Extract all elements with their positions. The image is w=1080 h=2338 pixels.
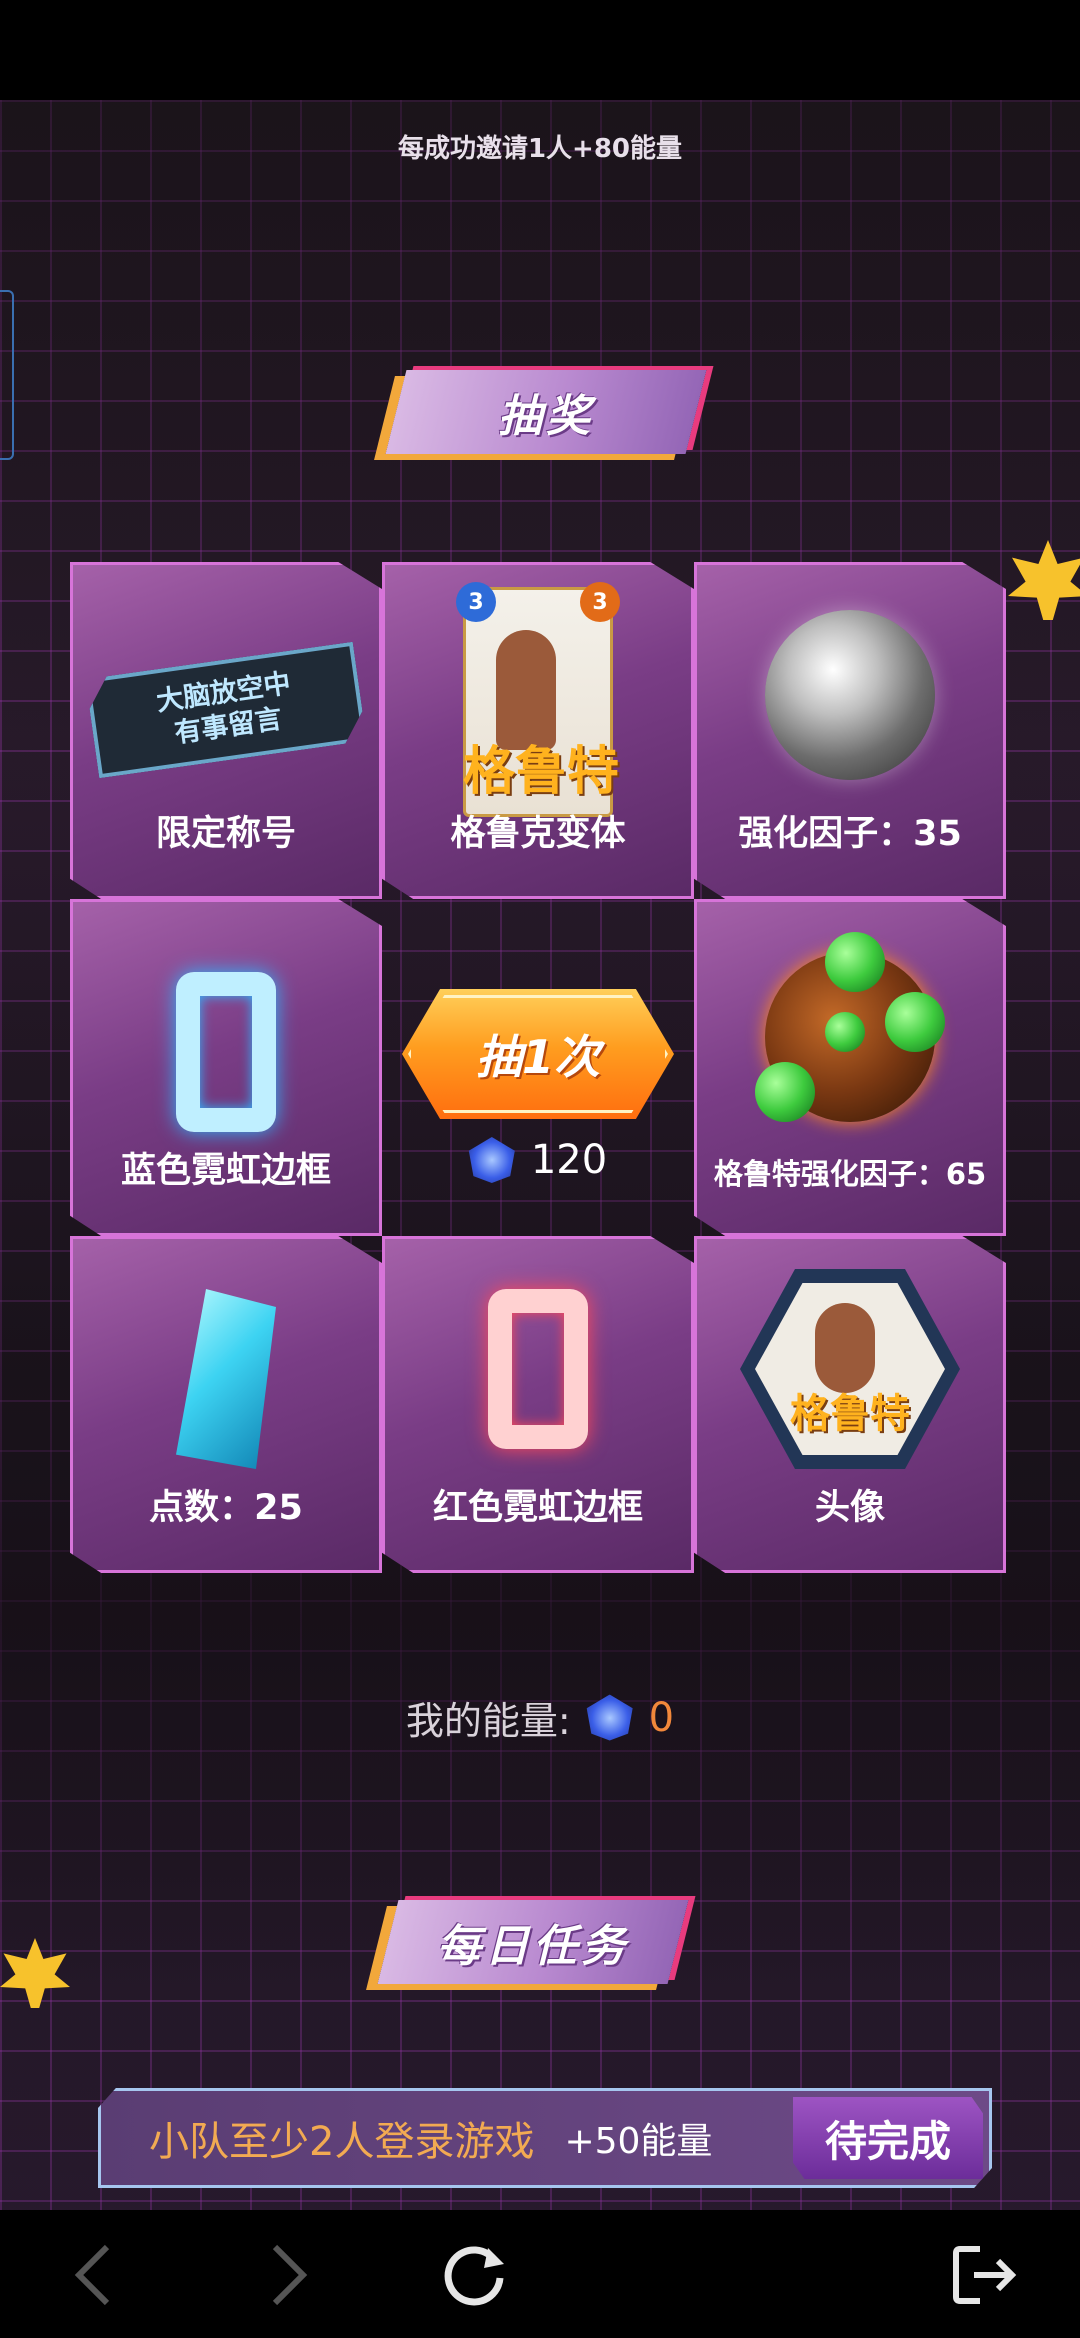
energy-label: 我的能量: bbox=[405, 1699, 571, 1743]
draw-button-label: 抽1次 bbox=[475, 1030, 600, 1084]
side-tab[interactable] bbox=[0, 290, 14, 460]
energy-gem-icon bbox=[468, 1137, 515, 1183]
my-energy: 我的能量: 0 bbox=[0, 1690, 1080, 1745]
maple-leaf-decoration bbox=[0, 1938, 70, 2008]
status-bar bbox=[0, 0, 1080, 100]
energy-value: 0 bbox=[648, 1694, 675, 1741]
prize-label: 头像 bbox=[814, 1488, 885, 1528]
blue-neon-frame-icon bbox=[176, 972, 276, 1132]
refresh-icon[interactable] bbox=[440, 2240, 510, 2310]
silver-orb-icon bbox=[765, 610, 935, 780]
task-reward: +50能量 bbox=[564, 2121, 713, 2162]
prize-label: 蓝色霓虹边框 bbox=[120, 1151, 331, 1191]
prize-label: 强化因子：35 bbox=[738, 814, 962, 854]
bottom-nav-bar bbox=[0, 2210, 1080, 2338]
task-status-button[interactable]: 待完成 bbox=[793, 2097, 983, 2179]
avatar-icon: 格鲁特 bbox=[740, 1269, 960, 1469]
card-logo: 格鲁特 bbox=[462, 742, 619, 802]
chevron-right-icon[interactable] bbox=[254, 2240, 324, 2310]
prize-label: 点数：25 bbox=[149, 1488, 303, 1528]
lottery-banner: 抽奖 bbox=[385, 370, 707, 454]
draw-cost-value: 120 bbox=[530, 1137, 608, 1183]
prize-cell-red-frame[interactable]: 红色霓虹边框 bbox=[382, 1236, 694, 1573]
prize-label: 限定称号 bbox=[155, 814, 296, 854]
daily-tasks-banner: 每日任务 bbox=[377, 1900, 689, 1984]
prize-cell-groot-booster[interactable]: 格鲁特强化因子：65 bbox=[694, 899, 1006, 1236]
daily-banner-title: 每日任务 bbox=[437, 1921, 629, 1972]
prize-cell-points[interactable]: 点数：25 bbox=[70, 1236, 382, 1573]
red-neon-frame-icon bbox=[488, 1289, 588, 1449]
lottery-banner-title: 抽奖 bbox=[498, 391, 594, 442]
bronze-orb-icon bbox=[755, 932, 945, 1122]
prize-cell-title[interactable]: 大脑放空中 有事留言 限定称号 bbox=[70, 562, 382, 899]
card-cost-badge: 3 bbox=[456, 582, 496, 622]
prize-label: 格鲁克变体 bbox=[450, 814, 626, 854]
card-power-badge: 3 bbox=[580, 582, 620, 622]
exit-icon[interactable] bbox=[950, 2240, 1020, 2310]
draw-once-button[interactable]: 抽1次 bbox=[402, 989, 674, 1119]
prize-cell-blue-frame[interactable]: 蓝色霓虹边框 bbox=[70, 899, 382, 1236]
title-plate-icon: 大脑放空中 有事留言 bbox=[85, 642, 366, 779]
energy-gem-icon bbox=[586, 1694, 633, 1741]
prize-cell-variant[interactable]: 3 3 格鲁特 格鲁克变体 bbox=[382, 562, 694, 899]
task-row: 小队至少2人登录游戏 +50能量 待完成 bbox=[98, 2088, 992, 2188]
event-page[interactable]: 每成功邀请1人+80能量 抽奖 大脑放空中 有事留言 限定称号 3 3 格鲁特 … bbox=[0, 100, 1080, 2210]
prize-label: 格鲁特强化因子：65 bbox=[713, 1157, 987, 1191]
draw-cost: 120 bbox=[382, 1137, 694, 1183]
prize-cell-booster[interactable]: 强化因子：35 bbox=[694, 562, 1006, 899]
chevron-left-icon[interactable] bbox=[58, 2240, 128, 2310]
maple-leaf-decoration bbox=[1008, 540, 1080, 620]
crystal-icon bbox=[176, 1289, 276, 1469]
avatar-logo: 格鲁特 bbox=[790, 1391, 910, 1437]
prize-cell-avatar[interactable]: 格鲁特 头像 bbox=[694, 1236, 1006, 1573]
prize-label: 红色霓虹边框 bbox=[432, 1488, 643, 1528]
invite-tip: 每成功邀请1人+80能量 bbox=[397, 134, 683, 164]
variant-card-icon: 3 3 格鲁特 bbox=[456, 582, 620, 817]
task-text: 小队至少2人登录游戏 bbox=[149, 2119, 535, 2165]
draw-area: 抽1次 120 bbox=[382, 899, 694, 1236]
prize-grid: 大脑放空中 有事留言 限定称号 3 3 格鲁特 格鲁克变体 强化因子：35 蓝色… bbox=[70, 562, 1006, 1574]
groot-figure bbox=[815, 1303, 875, 1393]
